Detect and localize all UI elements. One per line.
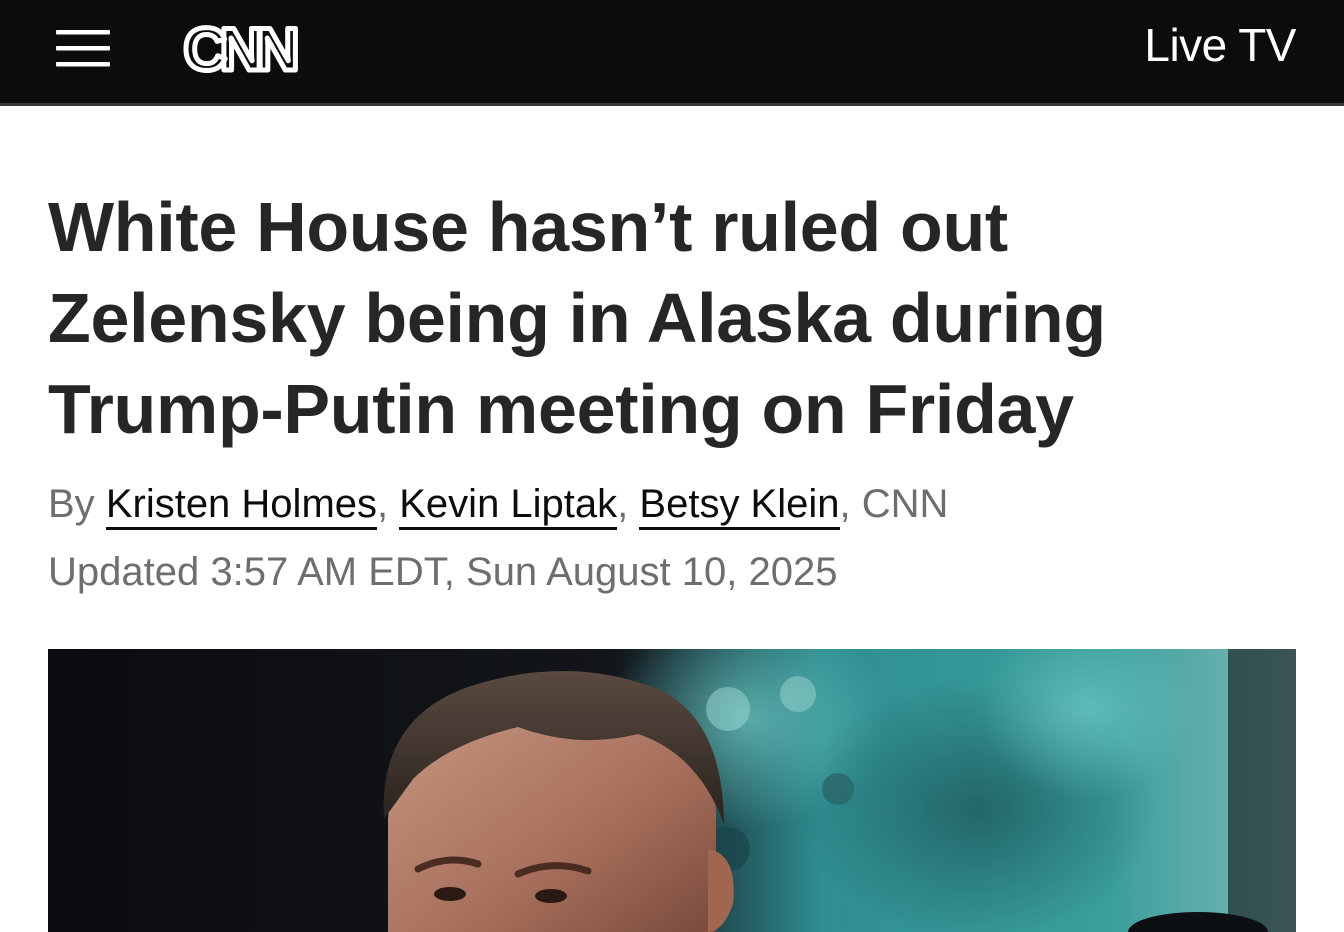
cnn-logo[interactable]: CNN — [166, 12, 310, 83]
menu-button[interactable] — [46, 22, 122, 72]
author-link-kevin-liptak[interactable]: Kevin Liptak — [399, 482, 618, 530]
hero-image[interactable] — [48, 649, 1296, 932]
author-link-kristen-holmes[interactable]: Kristen Holmes — [105, 482, 378, 530]
site-header: CNN Live TV — [0, 0, 1344, 106]
live-tv-link[interactable]: Live TV — [1144, 18, 1296, 72]
hamburger-menu-icon — [56, 30, 110, 67]
photo-icon — [48, 649, 1296, 932]
byline-prefix: By — [48, 482, 95, 526]
article-headline: White House hasn’t ruled out Zelensky be… — [48, 188, 1106, 448]
byline: By Kristen Holmes, Kevin Liptak, Betsy K… — [48, 478, 948, 530]
logo-text: CNN — [184, 16, 297, 82]
byline-outlet: CNN — [861, 482, 949, 526]
article-timestamp: Updated 3:57 AM EDT, Sun August 10, 2025 — [48, 550, 838, 594]
author-link-betsy-klein[interactable]: Betsy Klein — [639, 482, 840, 530]
